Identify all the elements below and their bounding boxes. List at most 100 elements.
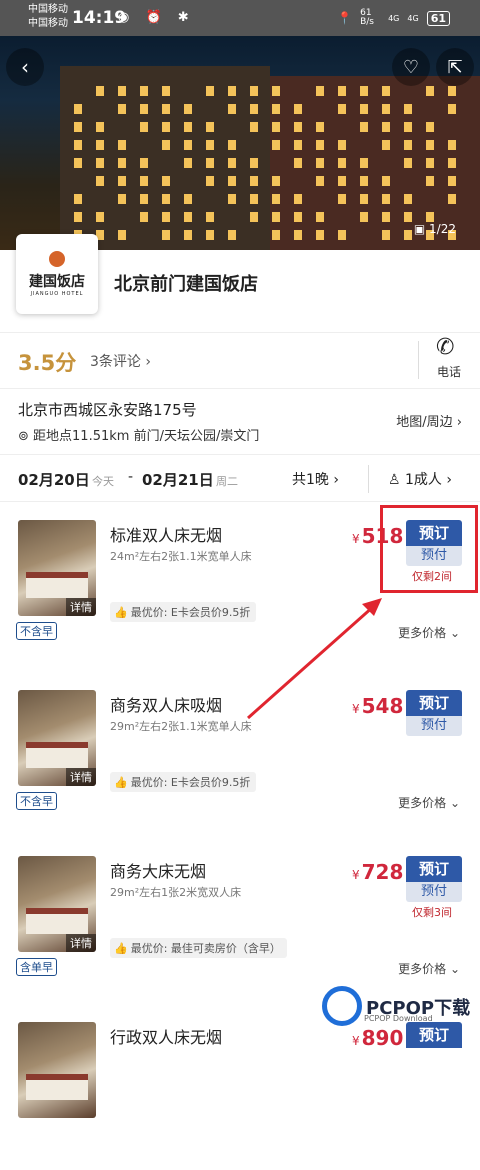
window-light	[228, 86, 236, 96]
details-button[interactable]: 详情	[66, 768, 96, 786]
thumbs-up-icon: 👍	[114, 776, 128, 789]
window-light	[228, 230, 236, 240]
window-light	[162, 140, 170, 150]
window-light	[448, 158, 456, 168]
map-link-text: 地图/周边	[396, 415, 453, 430]
checkin-date[interactable]: 02月20日	[18, 469, 90, 490]
window-light	[338, 176, 346, 186]
share-icon[interactable]: ⇱	[436, 48, 474, 86]
map-link[interactable]: 地图/周边 ›	[396, 411, 462, 430]
window-light	[250, 158, 258, 168]
room-photo[interactable]	[18, 1022, 96, 1118]
window-light	[140, 104, 148, 114]
bed-shape	[26, 572, 88, 598]
more-prices-link[interactable]: 更多价格 ⌄	[398, 794, 460, 811]
room-item[interactable]: 详情 商务大床无烟 29m²左右1张2米宽双人床 👍 最优价: 最佳可卖房价（含早） ¥7…	[0, 844, 480, 1004]
window-light	[426, 122, 434, 132]
window-light	[316, 176, 324, 186]
window-light	[272, 194, 280, 204]
rooms-left: 仅剩3间	[412, 906, 452, 919]
window-light	[118, 140, 126, 150]
thumbs-up-icon: 👍	[114, 942, 128, 955]
window-light	[140, 122, 148, 132]
logo-text-en: JIANGUO HOTEL	[30, 291, 84, 297]
window-light	[272, 122, 280, 132]
nights-count[interactable]: 共1晚 ›	[292, 469, 339, 489]
phone-button[interactable]: 电话	[437, 363, 461, 380]
more-prices-text: 更多价格	[398, 626, 447, 640]
checkout-date[interactable]: 02月21日	[142, 469, 214, 490]
promo-text: 最优价: 最佳可卖房价（含早）	[130, 942, 281, 955]
signal-1: 4G	[388, 13, 400, 23]
room-photo[interactable]: 详情	[18, 520, 96, 616]
window-light	[228, 176, 236, 186]
book-button[interactable]: 预订 预付	[406, 690, 462, 736]
status-bar: 中国移动 中国移动 14:19 ◉ ⏰ ✱ 📍 61 B/s 4G 4G 61	[0, 0, 480, 36]
window-light	[404, 104, 412, 114]
currency-symbol: ¥	[352, 868, 360, 882]
divider	[418, 341, 419, 379]
logo-mark	[49, 251, 65, 267]
window-light	[448, 140, 456, 150]
heart-icon[interactable]: ♡	[392, 48, 430, 86]
currency-symbol: ¥	[352, 532, 360, 546]
reviews-link[interactable]: 3条评论 ›	[90, 351, 151, 371]
window-light	[338, 194, 346, 204]
window-light	[426, 158, 434, 168]
window-light	[140, 194, 148, 204]
book-button[interactable]: 预订 预付	[406, 856, 462, 902]
book-label[interactable]: 预订	[406, 856, 462, 882]
thumbs-up-icon: 👍	[114, 606, 128, 619]
details-button[interactable]: 详情	[66, 934, 96, 952]
room-item[interactable]: 详情 商务双人床吸烟 29m²左右2张1.1米宽单人床 👍 最优价: E卡会员价9.5折…	[0, 678, 480, 838]
window-light	[404, 122, 412, 132]
window-light	[250, 212, 258, 222]
window-light	[294, 140, 302, 150]
window-light	[74, 122, 82, 132]
window-light	[96, 176, 104, 186]
window-light	[382, 122, 390, 132]
more-prices-link[interactable]: 更多价格 ⌄	[398, 960, 460, 977]
window-light	[426, 176, 434, 186]
window-light	[294, 194, 302, 204]
nights-text: 共1晚	[292, 472, 329, 488]
price-value: 728	[361, 860, 404, 884]
room-name: 商务大床无烟	[110, 862, 207, 881]
room-photo[interactable]: 详情	[18, 690, 96, 786]
window-light	[250, 194, 258, 204]
watermark: PCPOP下载 PCPOP Download	[322, 986, 472, 1034]
window-light	[382, 86, 390, 96]
details-button[interactable]: 详情	[66, 598, 96, 616]
window-light	[118, 176, 126, 186]
reviews-text: 3条评论	[90, 354, 141, 370]
breakfast-badge: 含单早	[16, 958, 57, 976]
book-label[interactable]: 预订	[406, 690, 462, 716]
window-light	[250, 122, 258, 132]
window-light	[74, 140, 82, 150]
window-light	[162, 212, 170, 222]
window-light	[184, 230, 192, 240]
window-light	[272, 176, 280, 186]
phone-icon[interactable]: ✆	[436, 335, 454, 360]
hotel-photo[interactable]: ‹ ♡ ⇱ ▣ 1/22	[0, 36, 480, 250]
annotation-highlight-box	[380, 505, 478, 593]
window-light	[118, 194, 126, 204]
window-light	[426, 140, 434, 150]
window-light	[272, 140, 280, 150]
carrier-1: 中国移动	[28, 4, 68, 15]
back-icon[interactable]: ‹	[6, 48, 44, 86]
more-prices-link[interactable]: 更多价格 ⌄	[398, 624, 460, 641]
date-selector[interactable]: 02月20日 今天 - 02月21日 周二 共1晚 › ♙ 1成人 ›	[0, 454, 480, 502]
location-icon: 📍	[337, 11, 353, 25]
photo-counter[interactable]: ▣ 1/22	[414, 222, 456, 236]
room-item[interactable]: 行政双人床无烟 ¥890 预订	[0, 1010, 480, 1170]
guest-selector[interactable]: ♙ 1成人 ›	[388, 469, 452, 489]
room-photo[interactable]: 详情	[18, 856, 96, 952]
window-light	[360, 104, 368, 114]
prepay-label: 预付	[406, 716, 462, 736]
window-light	[96, 86, 104, 96]
breakfast-badge: 不含早	[16, 792, 57, 810]
date-separator: -	[128, 469, 134, 485]
window-light	[360, 86, 368, 96]
more-prices-text: 更多价格	[398, 796, 447, 810]
